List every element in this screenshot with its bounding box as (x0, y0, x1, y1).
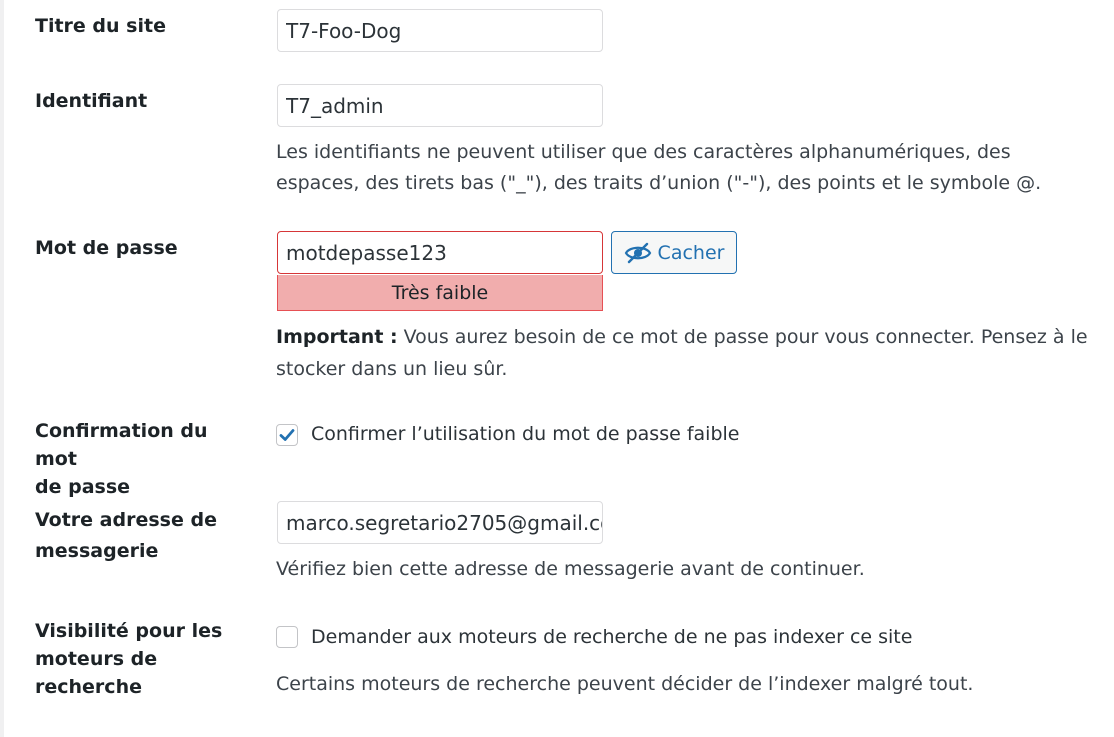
important-label: Important : (276, 326, 398, 348)
confirm-weak-password-checkbox[interactable] (276, 424, 298, 446)
left-border (0, 0, 4, 737)
email-help: Vérifiez bien cette adresse de messageri… (276, 558, 865, 580)
email-input[interactable] (277, 501, 603, 544)
confirm-password-label: Confirmation du mot de passe (35, 417, 255, 501)
visibility-label-line1: Visibilité pour les (35, 620, 223, 642)
email-label-line1: Votre adresse de (35, 509, 217, 531)
email-label-line2: messagerie (35, 540, 159, 562)
important-text-1: Vous aurez besoin de ce mot de passe pou… (397, 326, 1088, 348)
important-line2: stocker dans un lieu sûr. (276, 358, 508, 380)
hide-button-label: Cacher (657, 241, 725, 264)
visibility-label: Visibilité pour les moteurs de recherche (35, 617, 255, 701)
username-label: Identifiant (35, 90, 148, 112)
install-form: Titre du site Identifiant Les identifian… (0, 0, 1114, 737)
password-input[interactable] (277, 231, 603, 274)
email-label: Votre adresse de messagerie (35, 505, 255, 567)
visibility-help: Certains moteurs de recherche peuvent dé… (276, 673, 974, 695)
hide-password-button[interactable]: Cacher (611, 231, 737, 274)
visibility-label-line2: moteurs de recherche (35, 648, 158, 698)
discourage-search-engines-checkbox[interactable] (276, 626, 298, 648)
checkmark-icon (278, 426, 296, 444)
password-important-note: Important : Vous aurez besoin de ce mot … (276, 321, 1088, 385)
username-help-line2: espaces, des tirets bas ("_"), des trait… (276, 172, 1042, 194)
discourage-search-engines-label[interactable]: Demander aux moteurs de recherche de ne … (311, 623, 912, 651)
confirm-weak-password-label[interactable]: Confirmer l’utilisation du mot de passe … (311, 420, 739, 448)
password-label: Mot de passe (35, 237, 178, 259)
eye-slash-icon (624, 242, 652, 264)
username-help: Les identifiants ne peuvent utiliser que… (276, 137, 1041, 199)
password-strength-indicator: Très faible (277, 275, 603, 311)
confirm-password-label-line2: de passe (35, 476, 131, 498)
confirm-password-label-line1: Confirmation du mot (35, 420, 208, 470)
username-input[interactable] (277, 84, 603, 127)
username-help-line1: Les identifiants ne peuvent utiliser que… (276, 141, 1011, 163)
site-title-input[interactable] (277, 9, 603, 52)
important-line1: Important : Vous aurez besoin de ce mot … (276, 321, 1088, 353)
site-title-label: Titre du site (35, 15, 166, 37)
